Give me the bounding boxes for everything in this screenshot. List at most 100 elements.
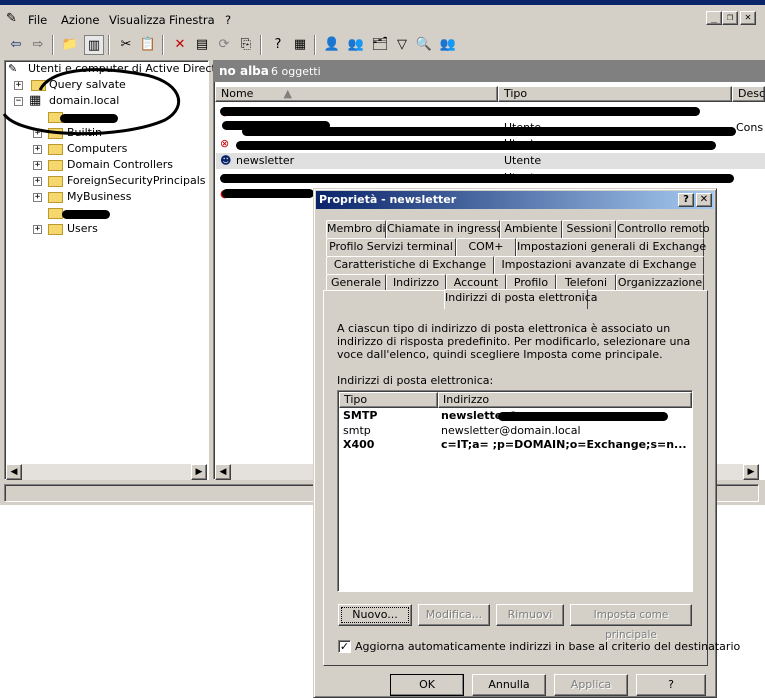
paste-icon[interactable]: 📋 bbox=[138, 35, 158, 55]
expander-icon[interactable]: + bbox=[33, 193, 42, 202]
up-folder-icon[interactable]: 📁 bbox=[60, 35, 80, 55]
description-text: A ciascun tipo di indirizzo di posta ele… bbox=[337, 322, 691, 361]
toolbar-separator bbox=[52, 35, 54, 55]
expander-icon[interactable]: + bbox=[33, 177, 42, 186]
row-name: newsletter bbox=[236, 154, 295, 167]
refresh-icon[interactable]: ⟳ bbox=[214, 35, 234, 55]
list-item-newsletter[interactable]: ☻ newsletter Utente bbox=[216, 153, 765, 169]
folder-icon bbox=[48, 176, 63, 187]
tab-caratteristiche-exchange[interactable]: Caratteristiche di Exchange bbox=[326, 256, 494, 274]
show-tree-icon[interactable]: ▥ bbox=[84, 35, 104, 55]
address-type[interactable]: smtp bbox=[343, 424, 371, 438]
help-button[interactable]: ? bbox=[636, 674, 706, 696]
menu-finestra[interactable]: Finestra bbox=[169, 13, 215, 27]
tab-chiamate-in-ingresso[interactable]: Chiamate in ingresso bbox=[386, 220, 503, 238]
close-icon[interactable]: ✕ bbox=[740, 11, 756, 25]
filter-icon[interactable]: ▽ bbox=[392, 35, 412, 55]
scroll-left-icon[interactable]: ◀ bbox=[6, 464, 22, 480]
auto-update-checkbox[interactable]: ✓ bbox=[338, 640, 351, 653]
column-nome[interactable]: Nome ▲ bbox=[215, 86, 498, 102]
tab-controllo-remoto[interactable]: Controllo remoto bbox=[616, 220, 710, 238]
redacted-row bbox=[220, 174, 734, 183]
column-tipo[interactable]: Tipo bbox=[498, 86, 732, 102]
find-icon[interactable]: 🔍 bbox=[414, 35, 434, 55]
toolbar-separator bbox=[162, 35, 164, 55]
restore-icon[interactable]: ❐ bbox=[722, 11, 738, 25]
tree-item-foreign-security-principals[interactable]: ForeignSecurityPrincipals bbox=[67, 174, 206, 190]
back-icon[interactable]: ⇦ bbox=[6, 35, 26, 55]
addresses-label: Indirizzi di posta elettronica: bbox=[337, 374, 494, 387]
tab-indirizzi-posta-elettronica[interactable]: Indirizzi di posta elettronica bbox=[444, 289, 598, 309]
auto-update-label: Aggiorna automaticamente indirizzi in ba… bbox=[355, 640, 741, 653]
title-bar[interactable] bbox=[0, 0, 765, 5]
remove-address-button[interactable]: Rimuovi bbox=[496, 604, 564, 626]
folder-icon bbox=[48, 224, 63, 235]
set-primary-button[interactable]: Imposta come principale bbox=[570, 604, 692, 641]
cut-icon[interactable]: ✂ bbox=[116, 35, 136, 55]
tab-impostazioni-avanzate-exchange[interactable]: Impostazioni avanzate di Exchange bbox=[494, 256, 704, 274]
new-address-button[interactable]: Nuovo... bbox=[338, 604, 412, 626]
tree-item-computers[interactable]: Computers bbox=[67, 142, 127, 158]
ou-icon bbox=[48, 208, 63, 219]
modify-address-button[interactable]: Modifica... bbox=[418, 604, 490, 626]
properties-icon[interactable]: ▤ bbox=[192, 35, 212, 55]
tree-item-mybusiness[interactable]: MyBusiness bbox=[67, 190, 132, 206]
cancel-button[interactable]: Annulla bbox=[472, 674, 546, 696]
dialog-title[interactable]: Proprietà - newsletter bbox=[316, 191, 714, 209]
scroll-right-icon[interactable]: ▶ bbox=[191, 464, 207, 480]
ou-icon bbox=[48, 160, 63, 171]
delete-icon[interactable]: ✕ bbox=[170, 35, 190, 55]
redacted-row bbox=[220, 107, 700, 116]
row-desc: Cons bbox=[736, 121, 764, 134]
redacted-address bbox=[498, 412, 668, 421]
annotation-ellipse bbox=[2, 68, 181, 136]
tab-ambiente[interactable]: Ambiente bbox=[500, 220, 562, 238]
list-header-bar: no alba 6 oggetti bbox=[213, 60, 765, 82]
new-ou-icon[interactable]: 🗂 bbox=[370, 35, 390, 55]
expander-icon[interactable]: + bbox=[33, 161, 42, 170]
column-desc[interactable]: Desc bbox=[732, 86, 765, 102]
object-count: 6 oggetti bbox=[271, 65, 321, 78]
address-type[interactable]: X400 bbox=[343, 438, 374, 452]
address-type[interactable]: SMTP bbox=[343, 409, 377, 423]
address-value[interactable]: newsletter@domain.local bbox=[441, 424, 581, 438]
row-type: Utente bbox=[504, 154, 542, 167]
new-group-icon[interactable]: 👥 bbox=[346, 35, 366, 55]
tab-profilo-servizi-terminal[interactable]: Profilo Servizi terminal bbox=[326, 238, 456, 256]
export-list-icon[interactable]: ⎘ bbox=[236, 35, 256, 55]
tree-item-users[interactable]: Users bbox=[67, 222, 98, 238]
redacted-row bbox=[236, 141, 716, 150]
help-icon[interactable]: ? bbox=[268, 35, 288, 55]
add-to-group-icon[interactable]: 👥 bbox=[438, 35, 458, 55]
scroll-right-icon[interactable]: ▶ bbox=[743, 464, 759, 480]
minimize-icon[interactable]: _ bbox=[706, 11, 722, 25]
sort-asc-icon: ▲ bbox=[283, 87, 292, 100]
expander-icon[interactable]: + bbox=[33, 225, 42, 234]
close-icon[interactable]: ✕ bbox=[696, 193, 712, 207]
column-indirizzo[interactable]: Indirizzo bbox=[438, 392, 692, 408]
expander-icon[interactable]: + bbox=[33, 145, 42, 154]
toolbar-separator bbox=[314, 35, 316, 55]
tree-hscrollbar[interactable] bbox=[6, 464, 207, 480]
new-user-icon[interactable]: 👤 bbox=[322, 35, 342, 55]
redacted-row bbox=[242, 127, 736, 136]
menu-file[interactable]: File bbox=[28, 13, 47, 27]
menu-visualizza[interactable]: Visualizza bbox=[109, 13, 166, 27]
menu-help[interactable]: ? bbox=[225, 13, 231, 27]
console-tree-icon[interactable]: ▦ bbox=[290, 35, 310, 55]
column-tipo-addr[interactable]: Tipo bbox=[339, 392, 438, 408]
apply-button[interactable]: Applica bbox=[554, 674, 628, 696]
forward-icon[interactable]: ⇨ bbox=[28, 35, 48, 55]
scroll-left-icon[interactable]: ◀ bbox=[215, 464, 231, 480]
menu-azione[interactable]: Azione bbox=[61, 13, 100, 27]
help-icon[interactable]: ? bbox=[678, 193, 694, 207]
tab-sessioni[interactable]: Sessioni bbox=[562, 220, 616, 238]
ok-button[interactable]: OK bbox=[390, 674, 464, 696]
disabled-user-icon: ⊗ bbox=[220, 137, 230, 150]
address-value[interactable]: c=IT;a= ;p=DOMAIN;o=Exchange;s=n... bbox=[441, 438, 687, 452]
tab-membro-di[interactable]: Membro di bbox=[326, 220, 386, 238]
menu-bar: ✎ File Azione Visualizza Finestra ? bbox=[0, 8, 765, 30]
tree-item-domain-controllers[interactable]: Domain Controllers bbox=[67, 158, 173, 174]
tab-com-plus[interactable]: COM+ bbox=[456, 238, 516, 256]
tab-impostazioni-generali-exchange[interactable]: Impostazioni generali di Exchange bbox=[516, 238, 706, 256]
